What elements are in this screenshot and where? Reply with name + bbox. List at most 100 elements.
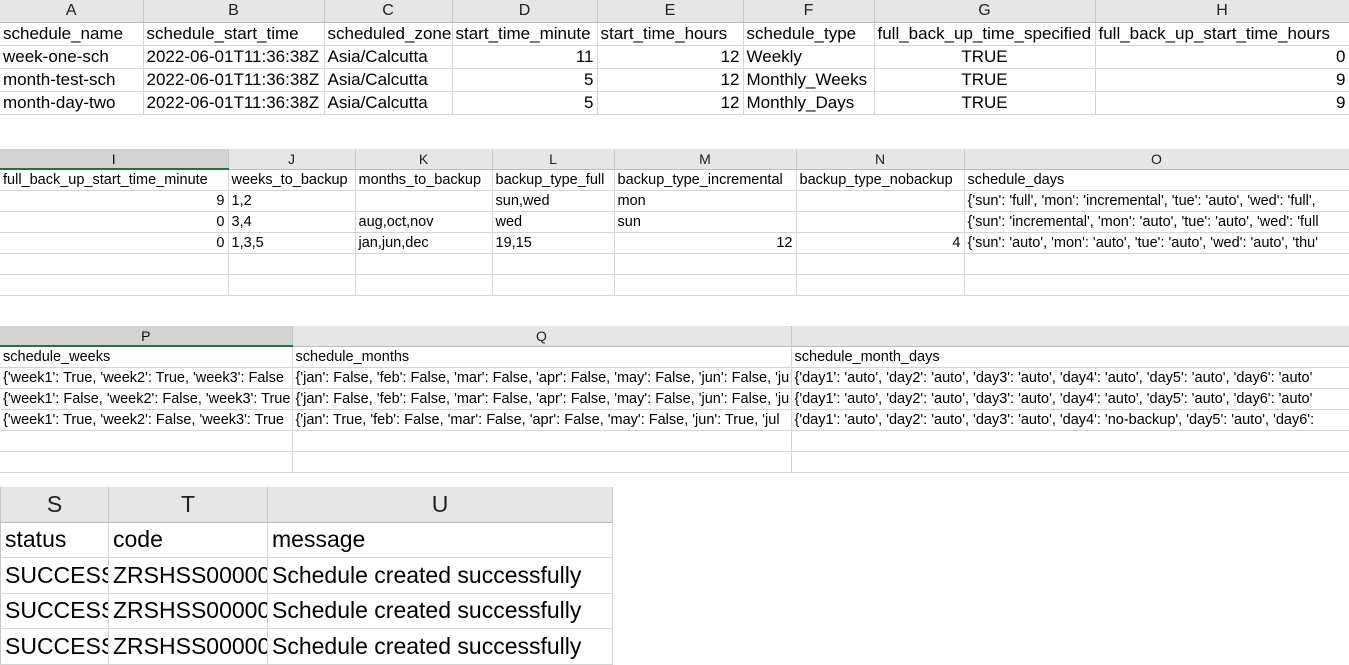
cell[interactable]: full_back_up_start_time_hours bbox=[1095, 22, 1349, 46]
cell[interactable]: Schedule created successfully bbox=[267, 628, 613, 665]
cell[interactable] bbox=[292, 451, 792, 473]
column-header-k[interactable]: K bbox=[355, 149, 493, 170]
column-header-p[interactable]: P bbox=[0, 326, 293, 347]
cell[interactable]: {'week1': True, 'week2': True, 'week3': … bbox=[0, 367, 293, 389]
cell[interactable]: 1,2 bbox=[228, 190, 356, 212]
cell[interactable]: 3,4 bbox=[228, 211, 356, 233]
cell[interactable]: months_to_backup bbox=[355, 169, 493, 191]
cell[interactable] bbox=[964, 253, 1349, 275]
cell[interactable]: 12 bbox=[597, 68, 744, 92]
cell[interactable] bbox=[228, 274, 356, 296]
cell[interactable] bbox=[228, 253, 356, 275]
cell[interactable]: 2022-06-01T11:36:38Z bbox=[143, 68, 325, 92]
column-header-h[interactable]: H bbox=[1095, 0, 1349, 23]
column-header-o[interactable]: O bbox=[964, 149, 1349, 170]
cell[interactable]: aug,oct,nov bbox=[355, 211, 493, 233]
column-header-s[interactable]: S bbox=[0, 487, 109, 523]
cell[interactable] bbox=[791, 430, 1349, 452]
cell[interactable] bbox=[492, 274, 615, 296]
cell[interactable]: schedule_start_time bbox=[143, 22, 325, 46]
cell[interactable]: schedule_name bbox=[0, 22, 144, 46]
cell[interactable]: {'day1': 'auto', 'day2': 'auto', 'day3':… bbox=[791, 388, 1349, 410]
cell[interactable]: 0 bbox=[0, 232, 229, 254]
column-header-c[interactable]: C bbox=[324, 0, 453, 23]
cell[interactable]: 19,15 bbox=[492, 232, 615, 254]
cell[interactable]: {'sun': 'full', 'mon': 'incremental', 't… bbox=[964, 190, 1349, 212]
cell[interactable]: month-test-sch bbox=[0, 68, 144, 92]
cell[interactable]: schedule_type bbox=[743, 22, 875, 46]
cell[interactable]: Weekly bbox=[743, 45, 875, 69]
cell[interactable]: month-day-two bbox=[0, 91, 144, 115]
cell[interactable]: 12 bbox=[597, 45, 744, 69]
cell[interactable]: SUCCESS bbox=[0, 593, 109, 629]
cell[interactable]: sun bbox=[614, 211, 797, 233]
cell[interactable]: TRUE bbox=[874, 45, 1096, 69]
cell[interactable]: mon bbox=[614, 190, 797, 212]
column-header-d[interactable]: D bbox=[452, 0, 598, 23]
column-header-a[interactable]: A bbox=[0, 0, 144, 23]
column-header-t[interactable]: T bbox=[108, 487, 268, 523]
cell[interactable] bbox=[355, 253, 493, 275]
cell[interactable] bbox=[0, 430, 293, 452]
cell[interactable]: schedule_weeks bbox=[0, 346, 293, 368]
cell[interactable]: 5 bbox=[452, 68, 598, 92]
cell[interactable] bbox=[964, 274, 1349, 296]
cell[interactable]: schedule_days bbox=[964, 169, 1349, 191]
cell[interactable] bbox=[0, 274, 229, 296]
cell[interactable]: backup_type_full bbox=[492, 169, 615, 191]
cell[interactable]: Schedule created successfully bbox=[267, 593, 613, 629]
cell[interactable]: status bbox=[0, 522, 109, 558]
cell[interactable]: Monthly_Weeks bbox=[743, 68, 875, 92]
column-header-i[interactable]: I bbox=[0, 149, 229, 170]
cell[interactable]: 12 bbox=[597, 91, 744, 115]
column-header-q[interactable]: Q bbox=[292, 326, 792, 347]
cell[interactable] bbox=[791, 451, 1349, 473]
cell[interactable]: start_time_minute bbox=[452, 22, 598, 46]
cell[interactable]: SUCCESS bbox=[0, 628, 109, 665]
cell[interactable]: start_time_hours bbox=[597, 22, 744, 46]
cell[interactable]: {'sun': 'incremental', 'mon': 'auto', 't… bbox=[964, 211, 1349, 233]
cell[interactable] bbox=[796, 211, 965, 233]
cell[interactable]: schedule_months bbox=[292, 346, 792, 368]
cell[interactable]: {'sun': 'auto', 'mon': 'auto', 'tue': 'a… bbox=[964, 232, 1349, 254]
cell[interactable]: weeks_to_backup bbox=[228, 169, 356, 191]
column-header-n[interactable]: N bbox=[796, 149, 965, 170]
cell[interactable]: Schedule created successfully bbox=[267, 557, 613, 594]
cell[interactable]: {'day1': 'auto', 'day2': 'auto', 'day3':… bbox=[791, 409, 1349, 431]
cell[interactable] bbox=[0, 451, 293, 473]
cell[interactable]: full_back_up_start_time_minute bbox=[0, 169, 229, 191]
cell[interactable] bbox=[796, 274, 965, 296]
column-header-j[interactable]: J bbox=[228, 149, 356, 170]
cell[interactable] bbox=[355, 190, 493, 212]
cell[interactable]: 5 bbox=[452, 91, 598, 115]
cell[interactable]: 9 bbox=[1095, 68, 1349, 92]
cell[interactable]: SUCCESS bbox=[0, 557, 109, 594]
cell[interactable]: 11 bbox=[452, 45, 598, 69]
cell[interactable]: {'jan': True, 'feb': False, 'mar': False… bbox=[292, 409, 792, 431]
cell[interactable]: wed bbox=[492, 211, 615, 233]
cell[interactable]: ZRSHSS00000 bbox=[108, 557, 268, 594]
cell[interactable]: ZRSHSS00000 bbox=[108, 628, 268, 665]
cell[interactable]: 2022-06-01T11:36:38Z bbox=[143, 91, 325, 115]
column-header-u[interactable]: U bbox=[267, 487, 613, 523]
cell[interactable]: 1,3,5 bbox=[228, 232, 356, 254]
cell[interactable] bbox=[492, 253, 615, 275]
column-header-f[interactable]: F bbox=[743, 0, 875, 23]
cell[interactable]: TRUE bbox=[874, 91, 1096, 115]
column-header-e[interactable]: E bbox=[597, 0, 744, 23]
cell[interactable]: Asia/Calcutta bbox=[324, 91, 453, 115]
cell[interactable]: backup_type_incremental bbox=[614, 169, 797, 191]
cell[interactable]: code bbox=[108, 522, 268, 558]
cell[interactable]: ZRSHSS00000 bbox=[108, 593, 268, 629]
cell[interactable] bbox=[355, 274, 493, 296]
cell[interactable]: message bbox=[267, 522, 613, 558]
cell[interactable]: 4 bbox=[796, 232, 965, 254]
cell[interactable]: {'jan': False, 'feb': False, 'mar': Fals… bbox=[292, 367, 792, 389]
cell[interactable]: schedule_month_days bbox=[791, 346, 1349, 368]
cell[interactable]: sun,wed bbox=[492, 190, 615, 212]
cell[interactable]: jan,jun,dec bbox=[355, 232, 493, 254]
cell[interactable]: 9 bbox=[1095, 91, 1349, 115]
cell[interactable] bbox=[614, 274, 797, 296]
cell[interactable]: {'week1': False, 'week2': False, 'week3'… bbox=[0, 388, 293, 410]
cell[interactable]: {'day1': 'auto', 'day2': 'auto', 'day3':… bbox=[791, 367, 1349, 389]
